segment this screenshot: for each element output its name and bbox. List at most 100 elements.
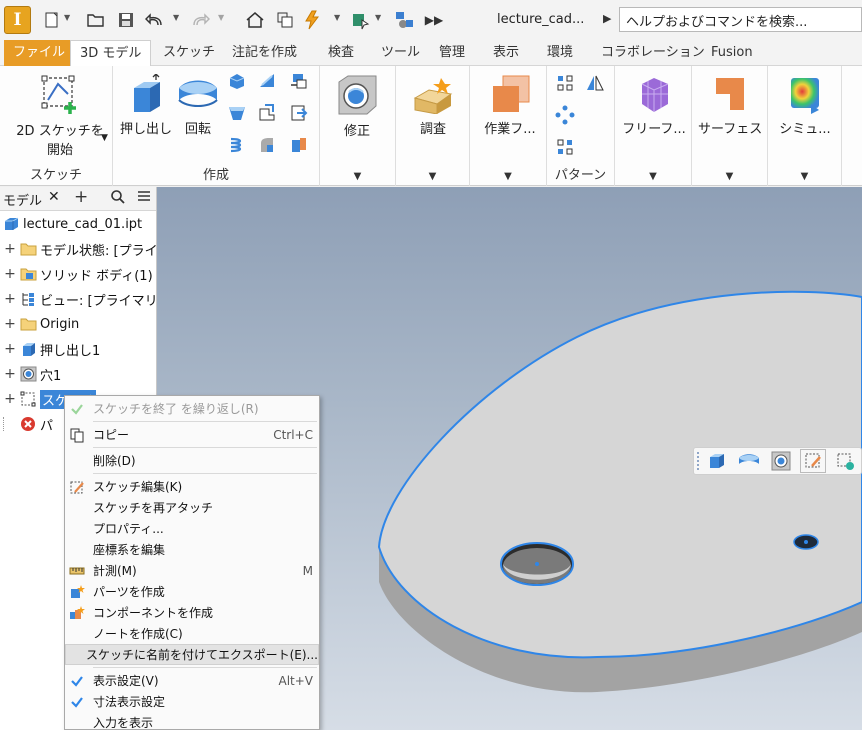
select-icon[interactable] (350, 10, 370, 30)
coil-icon[interactable] (225, 134, 249, 156)
expand-icon[interactable]: + (3, 316, 17, 332)
menu-item-copy[interactable]: コピー Ctrl+C (65, 424, 319, 445)
surface-button[interactable]: サーフェス (698, 74, 762, 137)
menu-item-make-part[interactable]: パーツを作成 (65, 581, 319, 602)
hole-icon[interactable] (768, 449, 794, 473)
share-icon[interactable] (393, 10, 413, 30)
app-logo[interactable]: I (4, 6, 31, 34)
tree-item-model-state[interactable]: + モデル状態: [プライ (0, 238, 157, 260)
tab-tools[interactable]: ツール (377, 40, 424, 66)
more-icon[interactable]: ▶▶ (424, 10, 444, 30)
tab-fusion[interactable]: Fusion (707, 40, 757, 66)
browser-tab-model[interactable]: モデル (3, 190, 42, 209)
tab-inspect[interactable]: 検査 (324, 40, 358, 66)
start-sketch-dropdown-icon[interactable]: ▼ (101, 133, 108, 143)
extrude-icon[interactable] (704, 449, 730, 473)
simulation-button[interactable]: シミュ... (774, 74, 836, 137)
revolve-button[interactable]: 回転 (175, 74, 221, 137)
modify-button[interactable]: 修正 (330, 74, 384, 139)
menu-item-repeat-finish-sketch[interactable]: スケッチを終了 を繰り返し(R) (65, 398, 319, 419)
work-features-button[interactable]: 作業フ... (478, 74, 542, 137)
redo-dropdown-icon[interactable]: ▼ (218, 13, 224, 22)
expand-icon[interactable]: + (3, 366, 17, 382)
surface-dropdown-icon[interactable]: ▼ (692, 171, 767, 182)
import-icon[interactable] (287, 70, 311, 92)
tree-item-extrude1[interactable]: + 押し出し1 (0, 338, 100, 360)
tab-manage[interactable]: 管理 (435, 40, 469, 66)
expand-icon[interactable]: + (3, 341, 17, 357)
expand-icon[interactable]: + (3, 241, 17, 257)
expand-icon[interactable]: + (3, 266, 17, 282)
tree-item-error[interactable]: パ (0, 413, 53, 435)
tree-item-view[interactable]: + ビュー: [プライマリ] (0, 288, 163, 310)
menu-item-create-note[interactable]: ノートを作成(C) (65, 623, 319, 644)
expand-icon[interactable]: + (3, 391, 17, 407)
menu-item-make-components[interactable]: コンポーネントを作成 (65, 602, 319, 623)
select-dropdown-icon[interactable]: ▼ (375, 13, 381, 22)
expand-icon[interactable]: + (3, 291, 17, 307)
inspect-button[interactable]: 調査 (406, 74, 460, 137)
open-folder-icon[interactable] (86, 10, 106, 30)
sketch-dims-icon[interactable] (832, 449, 858, 473)
mirror-icon[interactable] (583, 72, 607, 94)
rib-icon[interactable] (255, 70, 279, 92)
menu-item-properties[interactable]: プロパティ... (65, 518, 319, 539)
undo-dropdown-icon[interactable]: ▼ (173, 13, 179, 22)
sketch-driven-pattern-icon[interactable] (553, 136, 577, 158)
tree-item-solid-bodies[interactable]: + ソリッド ボディ(1) (0, 263, 153, 285)
search-icon[interactable] (110, 189, 126, 209)
redo-icon[interactable] (190, 10, 210, 30)
help-search-input[interactable]: ヘルプおよびコマンドを検索... (619, 7, 862, 32)
extrude-button[interactable]: 押し出し (118, 73, 174, 137)
menu-item-edit-coordinate-system[interactable]: 座標系を編集 (65, 539, 319, 560)
emboss-icon[interactable] (255, 102, 279, 124)
freeform-dropdown-icon[interactable]: ▼ (615, 171, 691, 182)
revolve-icon[interactable] (736, 449, 762, 473)
circular-pattern-icon[interactable] (553, 104, 577, 126)
home-icon[interactable] (245, 10, 265, 30)
menu-item-delete[interactable]: 削除(D) (65, 450, 319, 471)
tab-environment[interactable]: 環境 (543, 40, 577, 66)
derive-icon[interactable] (255, 134, 279, 156)
menu-item-dimension-visibility[interactable]: 寸法表示設定 (65, 691, 319, 712)
close-icon[interactable]: ✕ (48, 189, 60, 205)
tab-file[interactable]: ファイル (4, 40, 75, 66)
tab-sketch[interactable]: スケッチ (159, 40, 219, 66)
tab-3d-model[interactable]: 3D モデル (70, 40, 152, 67)
start-2d-sketch-button[interactable]: 2D スケッチを 開始 ▼ (10, 72, 110, 158)
menu-icon[interactable] (136, 188, 152, 208)
tree-item-origin[interactable]: + Origin (0, 313, 79, 335)
menu-item-redefine-sketch[interactable]: スケッチを再アタッチ (65, 497, 319, 518)
update-icon[interactable] (303, 10, 323, 30)
tree-item-part[interactable]: lecture_cad_01.ipt (3, 213, 142, 235)
save-icon[interactable] (116, 10, 136, 30)
copy-object-icon[interactable] (287, 134, 311, 156)
new-file-icon[interactable] (42, 10, 62, 30)
edit-sketch-icon[interactable] (800, 449, 826, 473)
tree-item-hole1[interactable]: + 穴1 (0, 363, 61, 385)
menu-item-show-input[interactable]: 入力を表示 (65, 712, 319, 730)
title-arrow-icon[interactable]: ▶ (603, 12, 611, 25)
tab-collaboration[interactable]: コラボレーション (597, 40, 709, 66)
freeform-button[interactable]: フリーフ... (621, 74, 687, 137)
rectangular-pattern-icon[interactable] (553, 72, 577, 94)
place-icon[interactable] (287, 102, 311, 124)
inspect-dropdown-icon[interactable]: ▼ (396, 171, 469, 182)
sweep-icon[interactable] (225, 102, 249, 124)
work-features-dropdown-icon[interactable]: ▼ (470, 171, 546, 182)
simulation-dropdown-icon[interactable]: ▼ (768, 171, 841, 182)
menu-item-edit-sketch[interactable]: スケッチ編集(K) (65, 476, 319, 497)
loft-icon[interactable] (225, 70, 249, 92)
menu-item-export-sketch-as[interactable]: スケッチに名前を付けてエクスポート(E)... (65, 644, 319, 665)
add-tab-icon[interactable]: + (74, 187, 88, 207)
update-dropdown-icon[interactable]: ▼ (334, 13, 340, 22)
modify-dropdown-icon[interactable]: ▼ (320, 171, 395, 182)
tab-annotate[interactable]: 注記を作成 (228, 40, 301, 66)
menu-item-visibility[interactable]: 表示設定(V) Alt+V (65, 670, 319, 691)
tab-view[interactable]: 表示 (489, 40, 523, 66)
new-dropdown-icon[interactable]: ▼ (64, 13, 70, 22)
undo-icon[interactable] (145, 10, 165, 30)
projects-icon[interactable] (275, 10, 295, 30)
toolbar-grip[interactable] (697, 452, 700, 470)
menu-item-measure[interactable]: 計測(M) M (65, 560, 319, 581)
